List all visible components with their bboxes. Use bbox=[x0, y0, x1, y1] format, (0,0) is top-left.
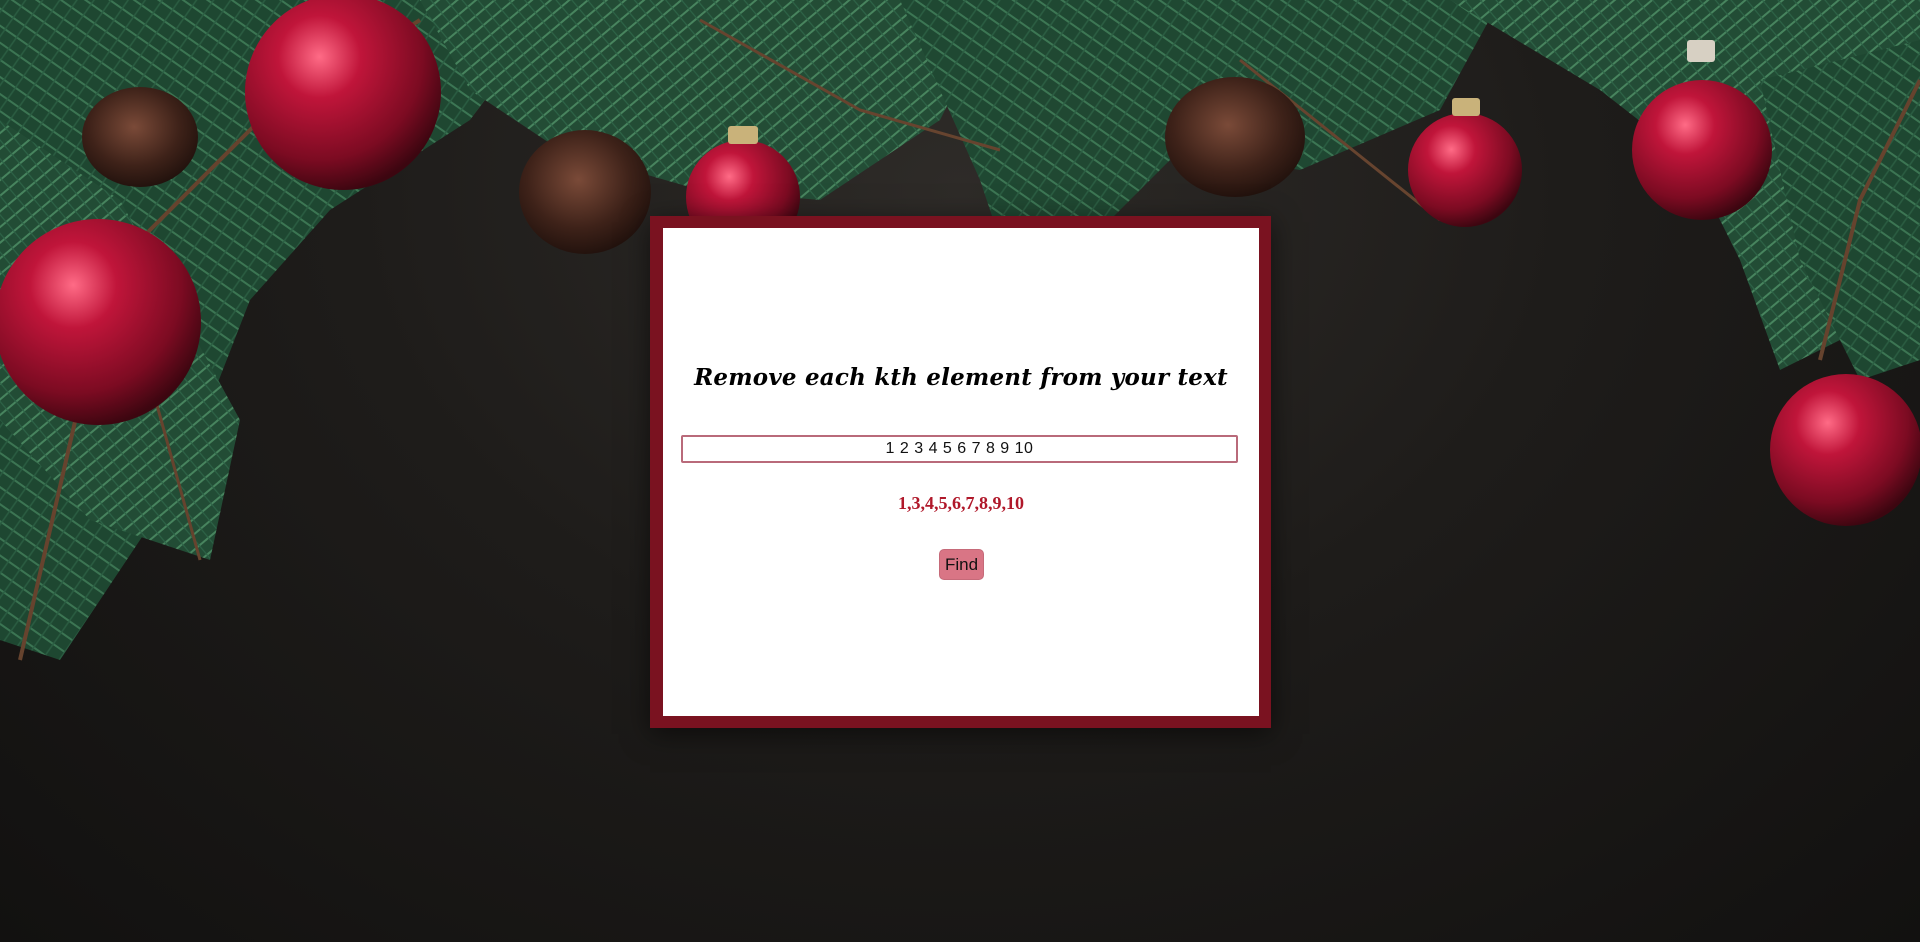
main-card: Remove each kth element from your text 1… bbox=[663, 228, 1259, 716]
card-frame: Remove each kth element from your text 1… bbox=[650, 216, 1271, 728]
find-button[interactable]: Find bbox=[939, 549, 984, 580]
result-text: 1,3,4,5,6,7,8,9,10 bbox=[898, 493, 1024, 513]
page-title: Remove each kth element from your text bbox=[694, 364, 1228, 391]
text-input[interactable] bbox=[681, 435, 1238, 463]
